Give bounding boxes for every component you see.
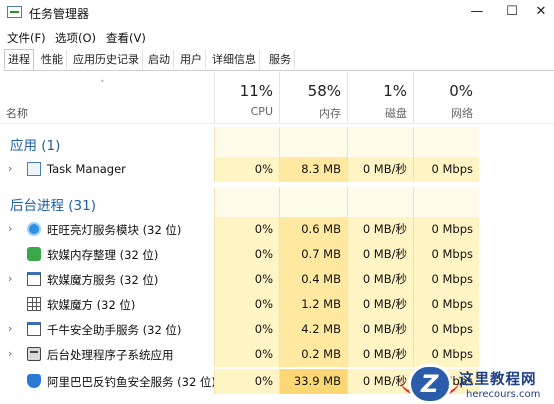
sort-arrow-icon: ˅ xyxy=(100,80,105,90)
process-name: Task Manager xyxy=(47,162,126,176)
network-value: 0 Mbps xyxy=(413,157,479,182)
tab-details[interactable]: 详细信息 xyxy=(209,50,260,69)
tab-bar: 进程 性能 应用历史记录 启动 用户 详细信息 服务 xyxy=(4,48,554,71)
memory-value: 4.2 MB xyxy=(279,317,347,342)
network-value: 0 Mbps xyxy=(413,267,479,292)
process-row-task-manager[interactable]: › Task Manager 0% 8.3 MB 0 MB/秒 0 Mbps xyxy=(0,157,554,182)
process-row[interactable]: › 后台处理程序子系统应用 0% 0.2 MB 0 MB/秒 0 Mbps xyxy=(0,342,554,367)
grid-icon xyxy=(27,297,41,311)
watermark-title: 这里教程网 xyxy=(459,371,537,388)
globe-icon xyxy=(27,222,41,236)
cpu-total: 11% xyxy=(239,82,273,100)
memory-value: 1.2 MB xyxy=(279,292,347,317)
network-value: 0 Mbps xyxy=(413,292,479,317)
process-name: 阿里巴巴反钓鱼安全服务 (32 位) xyxy=(47,375,216,389)
network-value: 0 Mbps xyxy=(413,217,479,242)
menu-view[interactable]: 查看(V) xyxy=(106,30,146,46)
watermark-logo xyxy=(408,364,452,404)
memory-value: 0.7 MB xyxy=(279,242,347,267)
service-window-icon xyxy=(27,322,41,336)
memory-value: 0.4 MB xyxy=(279,267,347,292)
menu-file[interactable]: 文件(F) xyxy=(7,30,46,46)
disk-value: 0 MB/秒 xyxy=(347,217,413,242)
column-header-network[interactable]: 0% 网络 xyxy=(413,72,479,124)
disk-value: 0 MB/秒 xyxy=(347,342,413,367)
printer-icon xyxy=(27,347,41,361)
process-row[interactable]: 软媒魔方 (32 位) 0% 1.2 MB 0 MB/秒 0 Mbps xyxy=(0,292,554,317)
minimize-button[interactable]: — xyxy=(462,2,492,22)
expand-chevron-icon[interactable]: › xyxy=(8,322,12,335)
group-apps[interactable]: 应用 (1) xyxy=(0,127,554,157)
disk-value: 0 MB/秒 xyxy=(347,157,413,182)
cpu-value: 0% xyxy=(214,267,279,292)
tab-services[interactable]: 服务 xyxy=(266,50,295,69)
network-label: 网络 xyxy=(451,107,473,120)
tab-users[interactable]: 用户 xyxy=(177,50,206,69)
disk-value: 0 MB/秒 xyxy=(347,267,413,292)
network-value: 0 Mbps xyxy=(413,242,479,267)
title-bar: 任务管理器 — ☐ ✕ xyxy=(0,0,554,26)
process-row[interactable]: 软媒内存整理 (32 位) 0% 0.7 MB 0 MB/秒 0 Mbps xyxy=(0,242,554,267)
expand-chevron-icon[interactable]: › xyxy=(8,162,12,175)
cpu-value: 0% xyxy=(214,242,279,267)
disk-value: 0 MB/秒 xyxy=(347,242,413,267)
menu-options[interactable]: 选项(O) xyxy=(55,30,96,46)
tab-startup[interactable]: 启动 xyxy=(145,50,174,69)
cpu-label: CPU xyxy=(250,105,273,118)
menu-bar: 文件(F) 选项(O) 查看(V) xyxy=(0,26,554,46)
process-name: 旺旺亮灯服务模块 (32 位) xyxy=(47,223,182,237)
cpu-value: 0% xyxy=(214,317,279,342)
process-name: 软媒魔方服务 (32 位) xyxy=(47,273,159,287)
group-background[interactable]: 后台进程 (31) xyxy=(0,187,554,217)
maximize-button[interactable]: ☐ xyxy=(497,2,527,22)
cpu-value: 0% xyxy=(214,369,279,394)
column-header-memory[interactable]: 58% 内存 xyxy=(279,72,347,124)
expand-chevron-icon[interactable]: › xyxy=(8,222,12,235)
memory-total: 58% xyxy=(307,82,341,100)
process-name: 千牛安全助手服务 (32 位) xyxy=(47,323,182,337)
disk-total: 1% xyxy=(383,82,407,100)
expand-chevron-icon[interactable]: › xyxy=(8,347,12,360)
disk-value: 0 MB/秒 xyxy=(347,292,413,317)
memory-value: 33.9 MB xyxy=(279,369,347,394)
column-header-disk[interactable]: 1% 磁盘 xyxy=(347,72,413,124)
watermark-url: herecours.com xyxy=(466,389,541,400)
process-name: 后台处理程序子系统应用 xyxy=(47,348,174,362)
process-name: 软媒内存整理 (32 位) xyxy=(47,248,159,262)
group-title-background: 后台进程 (31) xyxy=(10,198,97,214)
memory-label: 内存 xyxy=(319,107,341,120)
memory-value: 0.6 MB xyxy=(279,217,347,242)
service-window-icon xyxy=(27,272,41,286)
window-title: 任务管理器 xyxy=(29,7,90,21)
process-row[interactable]: › 旺旺亮灯服务模块 (32 位) 0% 0.6 MB 0 MB/秒 0 Mbp… xyxy=(0,217,554,242)
expand-chevron-icon[interactable]: › xyxy=(8,272,12,285)
header-divider xyxy=(0,123,554,124)
tab-app-history[interactable]: 应用历史记录 xyxy=(70,50,143,69)
memory-value: 0.2 MB xyxy=(279,342,347,367)
cpu-value: 0% xyxy=(214,342,279,367)
cpu-value: 0% xyxy=(214,217,279,242)
process-row[interactable]: › 千牛安全助手服务 (32 位) 0% 4.2 MB 0 MB/秒 0 Mbp… xyxy=(0,317,554,342)
network-total: 0% xyxy=(449,82,473,100)
shield-icon xyxy=(27,374,41,388)
memory-cleaner-icon xyxy=(27,247,41,261)
process-name: 软媒魔方 (32 位) xyxy=(47,298,136,312)
disk-label: 磁盘 xyxy=(385,107,407,120)
network-value: 0 Mbps xyxy=(413,317,479,342)
group-title-apps: 应用 (1) xyxy=(10,138,61,154)
column-label-name: 名称 xyxy=(6,107,28,120)
disk-value: 0 MB/秒 xyxy=(347,317,413,342)
task-manager-icon xyxy=(27,162,41,176)
tab-performance[interactable]: 性能 xyxy=(38,50,67,69)
cpu-value: 0% xyxy=(214,157,279,182)
network-value: 0 Mbps xyxy=(413,342,479,367)
memory-value: 8.3 MB xyxy=(279,157,347,182)
column-header-cpu[interactable]: 11% CPU xyxy=(214,72,279,124)
close-button[interactable]: ✕ xyxy=(526,2,554,22)
cpu-value: 0% xyxy=(214,292,279,317)
process-row[interactable]: › 软媒魔方服务 (32 位) 0% 0.4 MB 0 MB/秒 0 Mbps xyxy=(0,267,554,292)
task-manager-icon xyxy=(7,6,22,18)
tab-processes[interactable]: 进程 xyxy=(4,49,34,70)
column-header-name[interactable]: ˅ 名称 xyxy=(0,72,214,124)
